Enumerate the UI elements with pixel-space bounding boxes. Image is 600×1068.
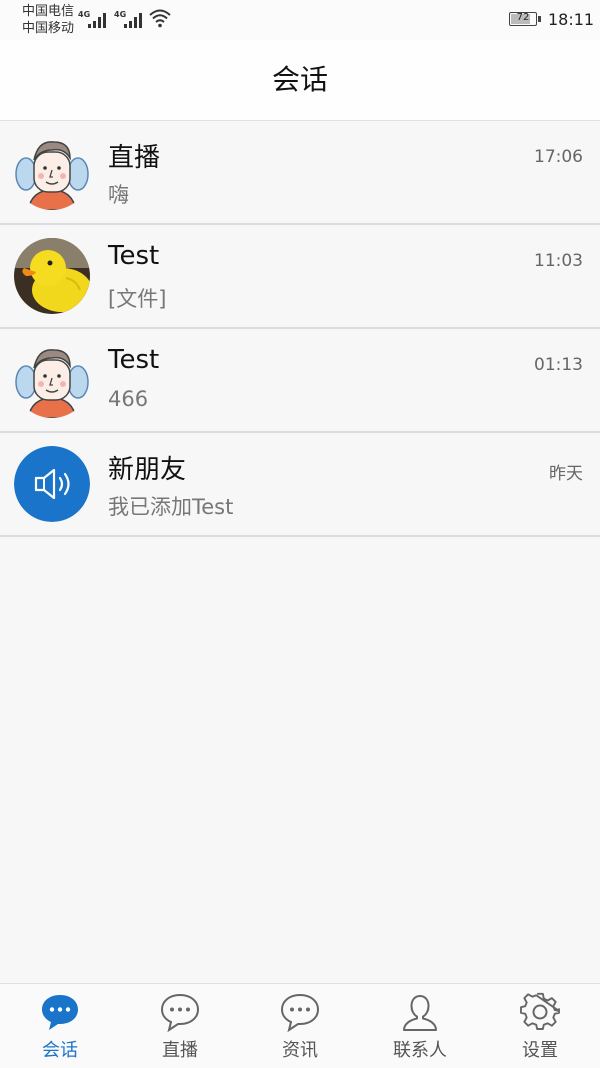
conversation-item[interactable]: Test 11:03 [文件] bbox=[0, 225, 600, 329]
tab-live[interactable]: 直播 bbox=[120, 984, 240, 1068]
tab-contacts[interactable]: 联系人 bbox=[360, 984, 480, 1068]
chat-bubble-icon bbox=[42, 995, 78, 1030]
tab-label: 设置 bbox=[522, 1040, 558, 1061]
signal-bars-icon bbox=[122, 12, 144, 28]
conversation-item[interactable]: 新朋友 昨天 我已添加Test bbox=[0, 433, 600, 537]
battery-icon: 72 bbox=[509, 12, 541, 26]
wifi-icon bbox=[149, 9, 171, 28]
battery-level: 72 bbox=[516, 12, 530, 23]
status-time: 18:11 bbox=[548, 10, 595, 29]
carrier-2: 中国移动 bbox=[22, 21, 75, 36]
carrier-labels: 中国电信 中国移动 bbox=[22, 3, 74, 37]
bottom-tab-bar: 会话 直播 资讯 联系人 设置 bbox=[0, 983, 600, 1068]
conversation-time: 17:06 bbox=[534, 147, 583, 167]
carrier-1: 中国电信 bbox=[22, 4, 75, 19]
speaker-avatar bbox=[14, 446, 90, 522]
tab-settings[interactable]: 设置 bbox=[480, 984, 600, 1068]
conversation-preview: 466 bbox=[108, 387, 149, 411]
rubber-duck-avatar bbox=[14, 238, 90, 314]
conversation-preview: 嗨 bbox=[108, 183, 129, 207]
conversation-time: 昨天 bbox=[549, 464, 583, 484]
tab-label: 会话 bbox=[42, 1040, 78, 1061]
conversation-preview: 我已添加Test bbox=[108, 495, 234, 519]
conversation-name: Test bbox=[108, 345, 160, 375]
conversation-time: 11:03 bbox=[534, 251, 583, 271]
conversation-name: 直播 bbox=[108, 143, 161, 173]
gear-icon bbox=[520, 992, 560, 1030]
page-title: 会话 bbox=[271, 63, 328, 96]
conversation-name: Test bbox=[108, 241, 160, 271]
speaker-icon bbox=[14, 446, 90, 522]
chat-bubble-icon bbox=[160, 993, 200, 1032]
conversation-name: 新朋友 bbox=[108, 455, 187, 485]
tab-label: 资讯 bbox=[282, 1040, 318, 1061]
cartoon-man-avatar bbox=[14, 342, 90, 418]
tab-label: 直播 bbox=[162, 1040, 198, 1061]
tab-news[interactable]: 资讯 bbox=[240, 984, 360, 1068]
conversation-preview: [文件] bbox=[108, 287, 167, 311]
conversation-time: 01:13 bbox=[534, 355, 583, 375]
cartoon-man-avatar bbox=[14, 134, 90, 210]
person-icon bbox=[403, 995, 437, 1031]
header: 会话 bbox=[0, 40, 600, 121]
conversation-item[interactable]: 直播 17:06 嗨 bbox=[0, 121, 600, 225]
signal-bars-icon bbox=[86, 12, 108, 28]
status-bar: 中国电信 中国移动 4G 4G 72 18:11 bbox=[0, 0, 600, 40]
tab-conversations[interactable]: 会话 bbox=[0, 984, 120, 1068]
conversation-item[interactable]: Test 01:13 466 bbox=[0, 329, 600, 433]
chat-bubble-icon bbox=[280, 993, 320, 1032]
conversation-list: 直播 17:06 嗨 Test 11:03 [文件] Test 01:13 46… bbox=[0, 121, 600, 537]
tab-label: 联系人 bbox=[393, 1040, 447, 1061]
